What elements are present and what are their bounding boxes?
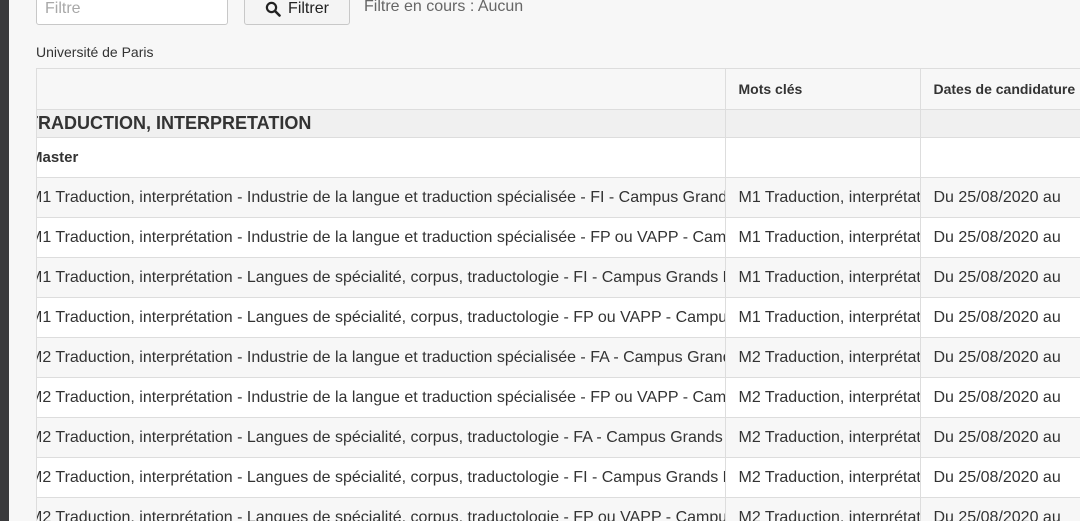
column-header-dates[interactable]: Dates de candidature (920, 69, 1080, 110)
keywords-cell: M2 Traduction, interprétation (725, 377, 921, 418)
page: Filtrer Filtre en cours : Aucun Universi… (9, 0, 1080, 521)
filter-status: Filtre en cours : Aucun (364, 0, 524, 15)
filter-button-label: Filtrer (288, 0, 329, 17)
table-row[interactable]: M1 Traduction, interprétation - Industri… (37, 177, 1080, 218)
table-header-row: Mots clés Dates de candidature (37, 69, 1080, 110)
formation-name-cell: M2 Traduction, interprétation - Industri… (37, 377, 726, 418)
dates-cell: Du 25/08/2020 au (920, 337, 1080, 378)
subgroup-title: Master (37, 137, 726, 178)
dates-cell: Du 25/08/2020 au (920, 377, 1080, 418)
column-header-formation[interactable] (37, 69, 726, 110)
table-row[interactable]: M1 Traduction, interprétation - Langues … (37, 257, 1080, 298)
table-row[interactable]: M2 Traduction, interprétation - Langues … (37, 497, 1080, 521)
keywords-cell: M2 Traduction, interprétation (725, 457, 921, 498)
dates-cell: Du 25/08/2020 au (920, 497, 1080, 521)
table-row[interactable]: M2 Traduction, interprétation - Langues … (37, 457, 1080, 498)
group-row: TRADUCTION, INTERPRETATION (37, 109, 1080, 138)
dates-cell: Du 25/08/2020 au (920, 417, 1080, 458)
table-row[interactable]: M1 Traduction, interprétation - Langues … (37, 297, 1080, 338)
university-name: Université de Paris (36, 44, 154, 60)
formation-name-cell: M2 Traduction, interprétation - Langues … (37, 417, 726, 458)
formation-name-cell: M1 Traduction, interprétation - Industri… (37, 177, 726, 218)
table-row[interactable]: M2 Traduction, interprétation - Industri… (37, 377, 1080, 418)
table-row[interactable]: M1 Traduction, interprétation - Industri… (37, 217, 1080, 258)
keywords-cell: M2 Traduction, interprétation (725, 417, 921, 458)
keywords-cell: M1 Traduction, interprétation (725, 177, 921, 218)
filter-button[interactable]: Filtrer (244, 0, 350, 25)
column-header-keywords[interactable]: Mots clés (725, 69, 921, 110)
keywords-cell: M1 Traduction, interprétation (725, 257, 921, 298)
formation-name-cell: M1 Traduction, interprétation - Langues … (37, 257, 726, 298)
results-table: Mots clés Dates de candidature TRADUCTIO… (37, 69, 1080, 521)
group-title: TRADUCTION, INTERPRETATION (37, 109, 726, 138)
subgroup-row: Master (37, 137, 1080, 178)
dates-cell: Du 25/08/2020 au (920, 297, 1080, 338)
keywords-cell: M1 Traduction, interprétation (725, 297, 921, 338)
table-row[interactable]: M2 Traduction, interprétation - Industri… (37, 337, 1080, 378)
keywords-cell: M2 Traduction, interprétation (725, 497, 921, 521)
keywords-cell: M2 Traduction, interprétation (725, 337, 921, 378)
formation-name-cell: M1 Traduction, interprétation - Industri… (37, 217, 726, 258)
formation-name-cell: M2 Traduction, interprétation - Industri… (37, 337, 726, 378)
keywords-cell: M1 Traduction, interprétation (725, 217, 921, 258)
filter-bar: Filtrer Filtre en cours : Aucun (9, 0, 1080, 40)
results-table-container[interactable]: Mots clés Dates de candidature TRADUCTIO… (36, 68, 1080, 521)
window-left-edge (0, 0, 9, 521)
search-icon (265, 1, 281, 17)
formation-name-cell: M2 Traduction, interprétation - Langues … (37, 457, 726, 498)
dates-cell: Du 25/08/2020 au (920, 257, 1080, 298)
table-row[interactable]: M2 Traduction, interprétation - Langues … (37, 417, 1080, 458)
formation-name-cell: M1 Traduction, interprétation - Langues … (37, 297, 726, 338)
dates-cell: Du 25/08/2020 au (920, 217, 1080, 258)
filter-input[interactable] (36, 0, 228, 25)
formation-name-cell: M2 Traduction, interprétation - Langues … (37, 497, 726, 521)
dates-cell: Du 25/08/2020 au (920, 457, 1080, 498)
dates-cell: Du 25/08/2020 au (920, 177, 1080, 218)
